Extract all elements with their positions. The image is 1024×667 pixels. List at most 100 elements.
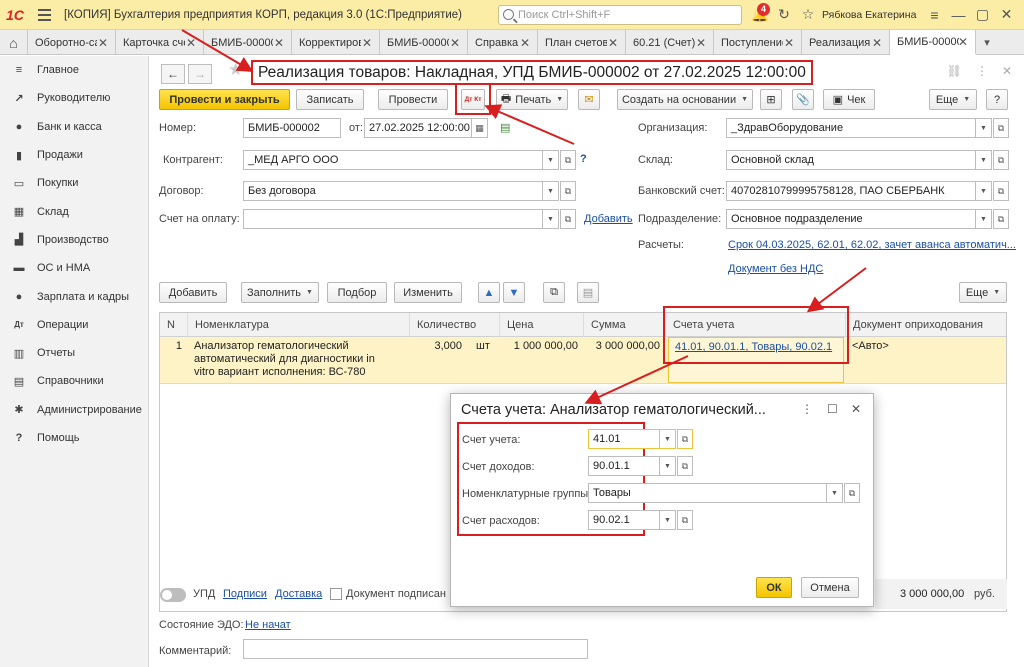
sidebar-item-references[interactable]: ▤ Справочники <box>0 367 148 395</box>
minimize-icon[interactable]: — <box>946 4 970 26</box>
account-field[interactable]: 41.01 <box>588 429 660 449</box>
bank-account-field[interactable]: 40702810799995758128, ПАО СБЕРБАНК <box>726 181 976 201</box>
tab-close-icon[interactable]: ✕ <box>696 36 706 50</box>
cell-price[interactable]: 1 000 000,00 <box>500 337 584 384</box>
tab-10-active[interactable]: БМИБ-000002✕ <box>890 30 976 55</box>
close-form-icon[interactable]: ✕ <box>1002 64 1012 78</box>
column-header-sum[interactable]: Сумма <box>584 313 666 337</box>
chevron-down-icon[interactable]: ▼ <box>976 150 992 170</box>
tabs-dropdown-icon[interactable]: ▾ <box>976 30 998 54</box>
tab-close-icon[interactable]: ✕ <box>274 36 284 50</box>
receipt-button[interactable]: ▣ Чек <box>823 89 875 110</box>
home-icon[interactable]: ⌂ <box>0 30 28 55</box>
tab-7[interactable]: 60.21 (Счет) ✕ <box>626 30 714 55</box>
email-button[interactable]: ✉ <box>578 89 600 110</box>
cell-qty[interactable]: 3,000 <box>410 337 468 384</box>
contract-field[interactable]: Без договора <box>243 181 543 201</box>
chevron-down-icon[interactable]: ▼ <box>660 510 676 530</box>
income-field[interactable]: 90.01.1 <box>588 456 660 476</box>
add-row-button[interactable]: Добавить <box>159 282 227 303</box>
forward-arrow-icon[interactable]: → <box>188 64 212 84</box>
sidebar-item-manager[interactable]: ↗ Руководителю <box>0 84 148 112</box>
close-icon[interactable]: ✕ <box>851 402 861 416</box>
sidebar-item-purchases[interactable]: ▭ Покупки <box>0 169 148 197</box>
open-icon[interactable]: ⧉ <box>677 456 693 476</box>
cell-sum[interactable]: 3 000 000,00 <box>584 337 666 384</box>
tab-1[interactable]: Карточка счета✕ <box>116 30 204 55</box>
chevron-down-icon[interactable]: ▼ <box>976 118 992 138</box>
global-search-input[interactable]: Поиск Ctrl+Shift+F <box>498 4 742 25</box>
maximize-icon[interactable]: ▢ <box>970 4 994 26</box>
sidebar-item-operations[interactable]: Дт Операции <box>0 311 148 339</box>
change-button[interactable]: Изменить <box>394 282 462 303</box>
group-field[interactable]: Товары <box>588 483 827 503</box>
chevron-down-icon[interactable]: ▼ <box>976 209 992 229</box>
signed-checkbox[interactable] <box>330 588 342 600</box>
tab-close-icon[interactable]: ✕ <box>608 36 618 50</box>
tab-6[interactable]: План счетов ✕ <box>538 30 626 55</box>
history-icon[interactable]: ↻ <box>772 4 796 26</box>
open-icon[interactable]: ⧉ <box>844 483 860 503</box>
tab-close-icon[interactable]: ✕ <box>450 36 460 50</box>
settlements-link[interactable]: Срок 04.03.2025, 62.01, 62.02, зачет ава… <box>728 239 1016 251</box>
paste-rows-button[interactable]: ▤ <box>577 282 599 303</box>
comment-field[interactable] <box>243 639 588 659</box>
back-arrow-icon[interactable]: ← <box>161 64 185 84</box>
table-row[interactable]: 1 Анализатор гематологический автоматиче… <box>160 337 1006 384</box>
tab-close-icon[interactable]: ✕ <box>186 36 196 50</box>
help-question-icon[interactable]: ? <box>580 153 587 165</box>
attach-button[interactable]: 📎 <box>792 89 814 110</box>
tab-close-icon[interactable]: ✕ <box>958 35 968 49</box>
open-icon[interactable]: ⧉ <box>560 209 576 229</box>
create-based-on-button[interactable]: Создать на основании ▼ <box>617 89 753 110</box>
sheet-icon[interactable]: ▤ <box>500 121 510 134</box>
structure-button[interactable]: ⊞ <box>760 89 782 110</box>
tab-4[interactable]: БМИБ-000002✕ <box>380 30 468 55</box>
fill-button[interactable]: Заполнить ▼ <box>241 282 319 303</box>
chevron-down-icon[interactable]: ▼ <box>827 483 843 503</box>
chevron-down-icon[interactable]: ▼ <box>543 209 559 229</box>
organization-field[interactable]: _ЗдравОборудование <box>726 118 976 138</box>
print-button[interactable]: 🖶 Печать ▼ <box>496 89 568 110</box>
open-icon[interactable]: ⧉ <box>560 181 576 201</box>
add-invoice-link[interactable]: Добавить <box>584 213 633 225</box>
tab-close-icon[interactable]: ✕ <box>784 36 794 50</box>
expense-field[interactable]: 90.02.1 <box>588 510 660 530</box>
invoice-field[interactable] <box>243 209 543 229</box>
tab-close-icon[interactable]: ✕ <box>362 36 372 50</box>
link-icon[interactable]: ⛓ <box>947 64 962 78</box>
delivery-link[interactable]: Доставка <box>275 588 322 600</box>
column-header-item[interactable]: Номенклатура <box>188 313 410 337</box>
column-header-qty[interactable]: Количество <box>410 313 500 337</box>
edo-status-link[interactable]: Не начат <box>245 619 291 631</box>
sidebar-item-main[interactable]: ≡ Главное <box>0 56 148 84</box>
chevron-down-icon[interactable]: ▼ <box>660 456 676 476</box>
help-button[interactable]: ? <box>986 89 1008 110</box>
chevron-down-icon[interactable]: ▼ <box>543 150 559 170</box>
column-header-n[interactable]: N <box>160 313 188 337</box>
number-field[interactable]: БМИБ-000002 <box>243 118 341 138</box>
sidebar-item-payroll[interactable]: ● Зарплата и кадры <box>0 282 148 310</box>
sidebar-item-warehouse[interactable]: ▦ Склад <box>0 197 148 225</box>
post-button[interactable]: Провести <box>378 89 448 110</box>
calendar-icon[interactable]: ▦ <box>472 118 488 138</box>
chevron-down-icon[interactable]: ▼ <box>660 429 676 449</box>
cancel-button[interactable]: Отмена <box>801 577 859 598</box>
copy-rows-button[interactable]: ⧉ <box>543 282 565 303</box>
tab-0[interactable]: Оборотно-сальдовая✕ <box>28 30 116 55</box>
column-header-receipt-doc[interactable]: Документ оприходования <box>846 313 1006 337</box>
user-name[interactable]: Рябкова Екатерина <box>822 9 916 21</box>
division-field[interactable]: Основное подразделение <box>726 209 976 229</box>
open-icon[interactable]: ⧉ <box>993 209 1009 229</box>
date-field[interactable]: 27.02.2025 12:00:00 <box>364 118 472 138</box>
tab-3[interactable]: Корректировка✕ <box>292 30 380 55</box>
upd-toggle[interactable] <box>160 588 186 602</box>
tab-close-icon[interactable]: ✕ <box>872 36 882 50</box>
open-icon[interactable]: ⧉ <box>993 150 1009 170</box>
cell-item[interactable]: Анализатор гематологический автоматическ… <box>188 337 410 384</box>
table-more-button[interactable]: Еще ▼ <box>959 282 1007 303</box>
tab-2[interactable]: БМИБ-000002✕ <box>204 30 292 55</box>
chevron-down-icon[interactable]: ▼ <box>543 181 559 201</box>
sidebar-item-assets[interactable]: ▬ ОС и НМА <box>0 254 148 282</box>
tab-5[interactable]: Справка ✕ <box>468 30 538 55</box>
